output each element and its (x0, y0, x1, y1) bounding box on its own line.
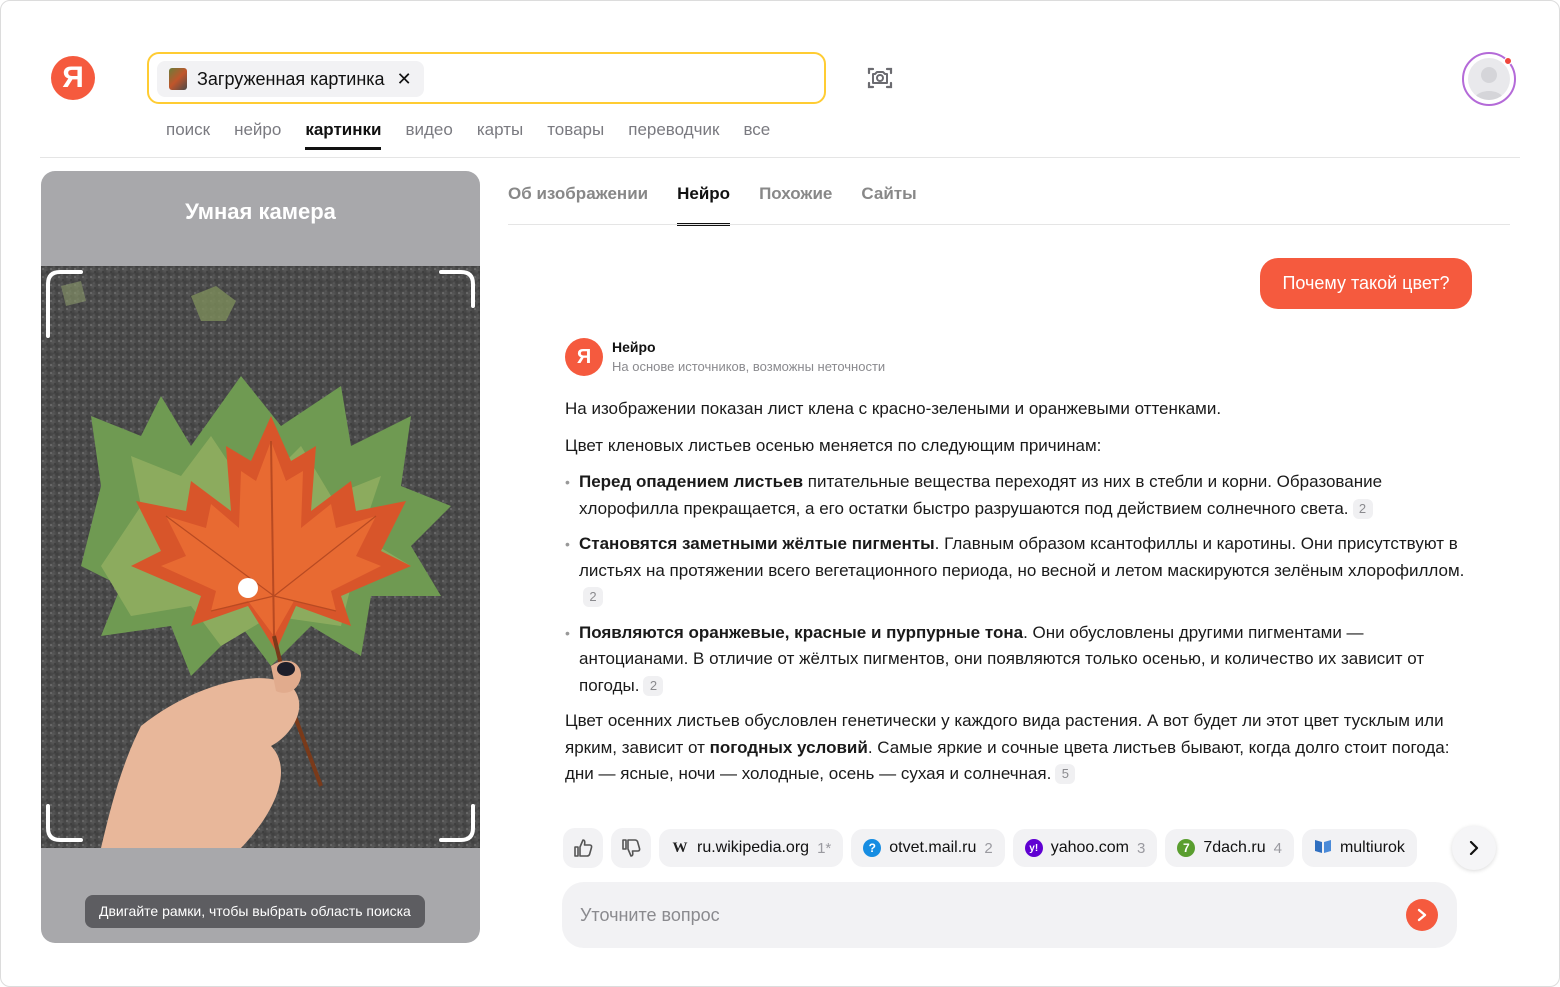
chevron-right-icon (1417, 908, 1427, 922)
answer-bold: погодных условий (709, 737, 868, 757)
notification-dot (1504, 57, 1512, 65)
question-icon: ? (863, 839, 882, 857)
source-chip[interactable]: multiurok (1301, 829, 1417, 867)
neuro-answer: На изображении показан лист клена с крас… (565, 396, 1465, 798)
tabs-divider (508, 224, 1510, 225)
answer-paragraph: Цвет кленовых листьев осенью меняется по… (565, 435, 1102, 455)
service-goods[interactable]: товары (547, 120, 604, 150)
7dach-icon: 7 (1177, 839, 1196, 857)
answer-list-item: Становятся заметными жёлтые пигменты. Гл… (565, 531, 1465, 611)
close-icon[interactable]: ✕ (397, 69, 412, 90)
answer-list: Перед опадением листьев питательные веще… (565, 469, 1465, 699)
source-count: 1* (817, 839, 832, 857)
source-count: 2 (984, 839, 993, 857)
uploaded-image-chip[interactable]: Загруженная картинка ✕ (157, 61, 424, 97)
neuro-disclaimer: На основе источников, возможны неточност… (612, 359, 886, 374)
wikipedia-icon: W (672, 839, 688, 856)
frame-hint: Двигайте рамки, чтобы выбрать область по… (85, 895, 425, 928)
source-count: 3 (1137, 839, 1146, 857)
uploaded-image-thumbnail (169, 68, 187, 90)
source-name: yahoo.com (1050, 839, 1129, 856)
answer-paragraph: Цвет осенних листьев обусловлен генетиче… (565, 708, 1465, 788)
book-icon (1314, 838, 1332, 859)
tab-sites[interactable]: Сайты (861, 184, 916, 226)
source-chip[interactable]: ? otvet.mail.ru 2 (851, 829, 1005, 867)
source-chip[interactable]: y! yahoo.com 3 (1012, 829, 1158, 867)
source-chip[interactable]: W ru.wikipedia.org 1* (659, 829, 844, 867)
service-search[interactable]: поиск (166, 120, 210, 150)
send-button[interactable] (1406, 899, 1438, 931)
neuro-name: Нейро (612, 339, 656, 355)
tab-similar[interactable]: Похожие (759, 184, 832, 226)
uploaded-photo[interactable] (41, 266, 480, 848)
user-question-bubble[interactable]: Почему такой цвет? (1260, 258, 1472, 309)
user-avatar[interactable] (1462, 52, 1516, 106)
source-chip[interactable]: 7 7dach.ru 4 (1165, 829, 1294, 867)
followup-input-box (562, 882, 1457, 948)
service-images[interactable]: картинки (305, 120, 382, 150)
tab-about-image[interactable]: Об изображении (508, 184, 648, 226)
source-name: ru.wikipedia.org (697, 839, 810, 856)
source-name: otvet.mail.ru (889, 839, 977, 856)
answer-bold: Появляются оранжевые, красные и пурпурны… (579, 622, 1024, 642)
smart-camera-title: Умная камера (185, 199, 336, 224)
source-name: multiurok (1339, 839, 1405, 856)
avatar-image (1468, 58, 1510, 100)
answer-paragraph: На изображении показан лист клена с крас… (565, 399, 1222, 418)
citation-badge[interactable]: 2 (583, 587, 603, 607)
citation-badge[interactable]: 2 (643, 675, 664, 696)
answer-bold: Перед опадением листьев (579, 472, 804, 491)
followup-input[interactable] (580, 900, 1380, 930)
source-name: 7dach.ru (1203, 839, 1266, 856)
header-divider (40, 157, 1520, 158)
answer-list-item: Перед опадением листьев питательные веще… (565, 469, 1465, 522)
service-maps[interactable]: карты (477, 120, 523, 150)
answer-bold: Становятся заметными жёлтые пигменты (579, 534, 935, 553)
service-neuro[interactable]: нейро (234, 120, 281, 150)
yandex-logo[interactable]: Я (51, 56, 95, 100)
answer-list-item: Появляются оранжевые, красные и пурпурны… (565, 620, 1465, 700)
yahoo-icon: y! (1024, 839, 1043, 857)
thumbs-up-button[interactable] (563, 828, 603, 868)
thumbs-up-icon (574, 839, 593, 857)
uploaded-image-label: Загруженная картинка (197, 68, 385, 89)
neuro-logo-icon: Я (565, 338, 603, 376)
service-translator[interactable]: переводчик (628, 120, 719, 150)
thumbs-down-button[interactable] (611, 828, 651, 868)
search-box[interactable]: Загруженная картинка ✕ (147, 52, 826, 104)
thumbs-down-icon (622, 839, 641, 857)
service-video[interactable]: видео (405, 120, 452, 150)
source-count: 4 (1273, 839, 1282, 857)
chevron-right-icon (1469, 841, 1479, 855)
smart-camera-panel: Умная камера Двигайте рамки, чтобы выбра… (41, 171, 480, 943)
services-nav: поиск нейро картинки видео карты товары … (166, 120, 794, 150)
result-tabs: Об изображении Нейро Похожие Сайты (508, 184, 946, 226)
sources-next-button[interactable] (1452, 826, 1496, 870)
citation-badge[interactable]: 5 (1055, 764, 1076, 784)
service-all[interactable]: все (743, 120, 770, 150)
camera-search-icon[interactable] (866, 64, 894, 92)
sources-row: W ru.wikipedia.org 1* ? otvet.mail.ru 2 … (563, 828, 1495, 868)
tab-neuro[interactable]: Нейро (677, 184, 730, 226)
citation-badge[interactable]: 2 (1352, 498, 1373, 519)
